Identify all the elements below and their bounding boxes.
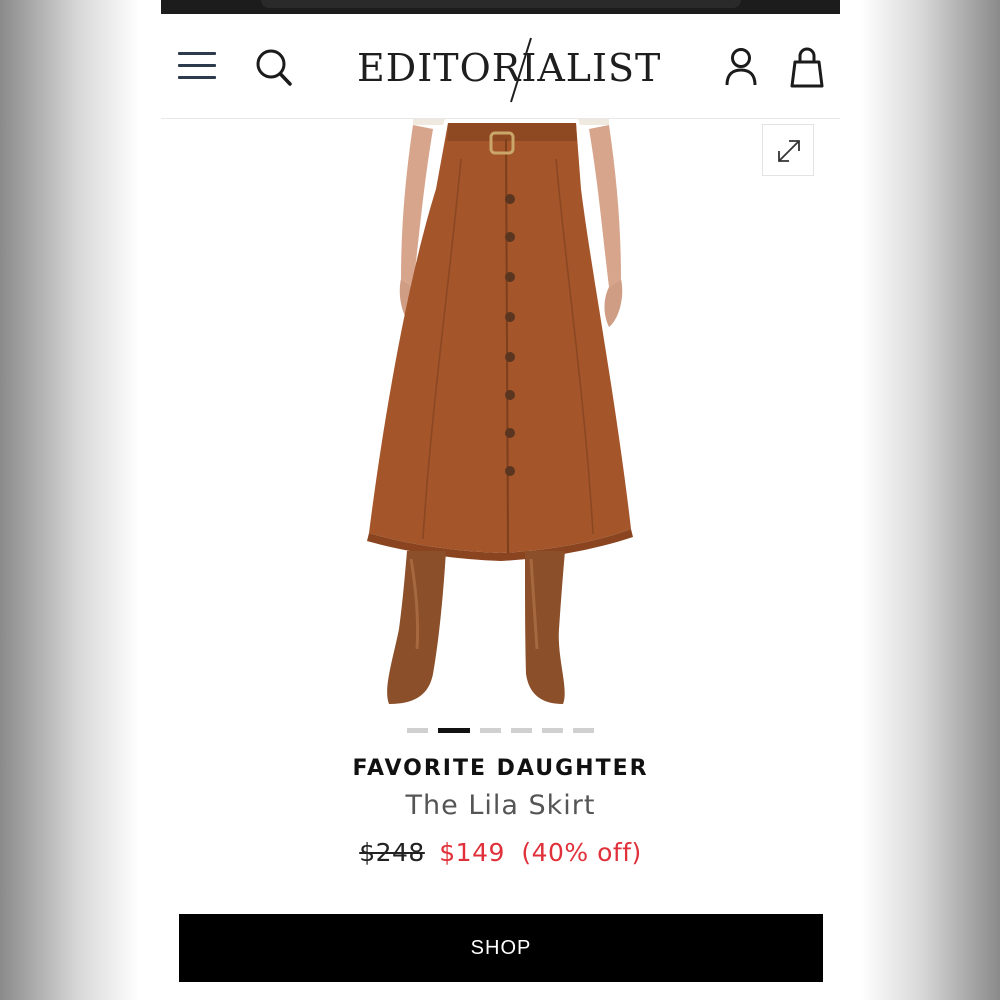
menu-icon[interactable]	[178, 52, 218, 82]
gallery-dot[interactable]	[573, 728, 594, 733]
gallery-dot[interactable]	[407, 728, 428, 733]
expand-button[interactable]	[762, 124, 814, 176]
site-logo[interactable]: EDITORIALIST	[357, 37, 660, 103]
gallery-dot[interactable]	[542, 728, 563, 733]
phone-screen: EDITORIALIST FAVORITE DAUGHTER The Lila …	[161, 0, 840, 1000]
expand-icon	[778, 140, 800, 162]
account-icon[interactable]	[724, 47, 758, 87]
shop-button[interactable]: SHOP	[179, 914, 823, 982]
product-image	[367, 119, 633, 704]
product-brand[interactable]: FAVORITE DAUGHTER	[161, 756, 840, 781]
gallery-dot-active[interactable]	[438, 728, 470, 733]
price-row: $248 $149 (40% off)	[161, 838, 840, 867]
product-image-gallery[interactable]	[161, 119, 840, 714]
product-name[interactable]: The Lila Skirt	[161, 790, 840, 821]
gallery-dot[interactable]	[480, 728, 501, 733]
search-icon[interactable]	[254, 46, 294, 88]
logo-slash-mark	[510, 37, 532, 103]
discount-label: (40% off)	[521, 838, 642, 867]
site-header: EDITORIALIST	[161, 14, 840, 119]
gallery-pagination	[161, 728, 840, 736]
device-notch	[261, 0, 741, 8]
original-price: $248	[359, 838, 425, 867]
sale-price: $149	[439, 838, 505, 867]
gallery-dot[interactable]	[511, 728, 532, 733]
bag-icon[interactable]	[789, 47, 825, 89]
status-bar	[161, 0, 840, 14]
